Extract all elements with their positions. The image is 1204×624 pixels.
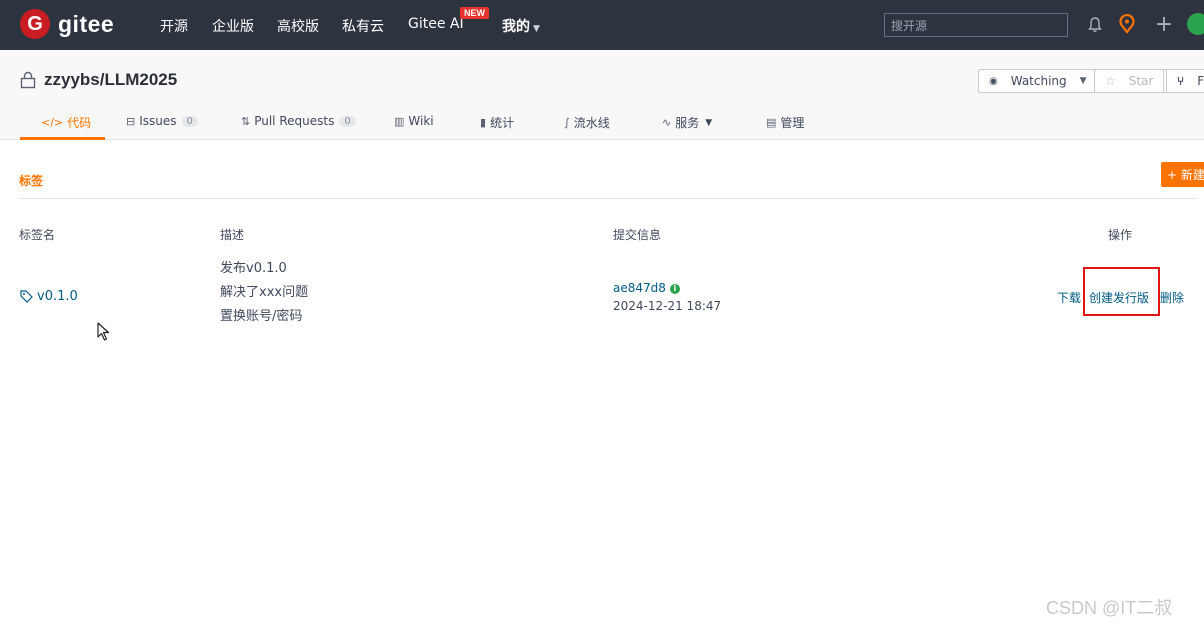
tab-service-label: 服务: [675, 116, 700, 130]
wiki-icon: ▥: [394, 114, 405, 128]
section-divider: [18, 198, 1198, 199]
header-description: 描述: [220, 228, 245, 242]
new-tag-button[interactable]: + 新建: [1161, 162, 1204, 187]
tab-wiki[interactable]: ▥ Wiki: [394, 114, 434, 128]
lock-icon: [20, 71, 36, 89]
gitee-logo[interactable]: G gitee: [20, 9, 114, 39]
repo-name[interactable]: zzyybs/LLM2025: [44, 70, 177, 90]
stats-icon: ▮: [480, 116, 487, 129]
tab-pull-requests-label: Pull Requests: [254, 114, 335, 128]
header-commit-info: 提交信息: [613, 228, 662, 242]
nav-mine-dropdown[interactable]: 我的 ▼: [502, 16, 540, 36]
nav-private-cloud[interactable]: 私有云: [342, 16, 384, 36]
tag-description: 发布v0.1.0 解决了xxx问题 置换账号/密码: [220, 257, 308, 329]
issues-icon: ⊟: [126, 114, 136, 128]
fork-icon: ⑂: [1177, 74, 1185, 88]
tab-wiki-label: Wiki: [408, 114, 434, 128]
tab-issues-label: Issues: [139, 114, 177, 128]
header-actions: 操作: [1108, 228, 1133, 242]
location-pin-icon[interactable]: [1115, 12, 1139, 36]
highlight-box: [1083, 267, 1160, 316]
service-icon: ∿: [662, 116, 672, 129]
star-button-label: ☆ Star: [1095, 70, 1163, 92]
plus-icon[interactable]: +: [1152, 12, 1176, 37]
chevron-down-icon: ▼: [705, 117, 713, 128]
tag-icon: [20, 290, 33, 303]
fork-button-label: ⑂ Fo: [1167, 70, 1204, 92]
top-navbar: G gitee 开源 企业版 高校版 私有云 Gitee AI NEW 我的 ▼ …: [0, 0, 1204, 50]
nav-enterprise[interactable]: 企业版: [212, 16, 254, 36]
code-icon: </>: [41, 116, 64, 129]
watermark: CSDN @IT二叔: [1046, 598, 1173, 618]
description-line: 置换账号/密码: [220, 309, 303, 324]
tab-service[interactable]: ∿ 服务 ▼: [662, 114, 712, 131]
tab-code-label: 代码: [67, 116, 92, 130]
search-input[interactable]: 搜开源: [884, 13, 1068, 37]
nav-education[interactable]: 高校版: [277, 16, 319, 36]
tab-manage[interactable]: ▤ 管理: [766, 114, 804, 131]
gitee-logo-text: gitee: [58, 10, 115, 37]
section-title-tags: 标签: [19, 174, 44, 188]
repo-title: zzyybs/LLM2025: [20, 70, 177, 90]
pipeline-icon: ∫: [564, 116, 570, 129]
commit-hash-link[interactable]: ae847d8: [613, 281, 666, 295]
commit-time: 2024-12-21 18:47: [613, 299, 722, 313]
mouse-cursor-icon: [97, 322, 110, 341]
eye-icon: ◉: [989, 75, 998, 87]
info-icon[interactable]: i: [669, 283, 680, 294]
pull-request-icon: ⇅: [241, 114, 251, 128]
watching-label: Watching: [1010, 74, 1067, 88]
star-label: Star: [1128, 74, 1154, 88]
download-link[interactable]: 下载: [1057, 289, 1081, 306]
tab-stats-label: 统计: [490, 116, 515, 130]
nav-gitee-ai[interactable]: Gitee AI: [408, 16, 464, 32]
commit-info: ae847d8 i 2024-12-21 18:47: [613, 281, 721, 313]
repo-header: zzyybs/LLM2025 ◉Watching▼ 1 ☆Star 0 ⑂Fo …: [0, 50, 1204, 140]
tag-link[interactable]: v0.1.0: [20, 289, 78, 304]
chevron-down-icon: ▼: [1079, 76, 1087, 86]
watch-button-label: ◉ Watching ▼: [979, 70, 1097, 92]
chevron-down-icon: ▼: [533, 24, 540, 34]
nav-mine-label: 我的: [502, 19, 530, 35]
description-line: 解决了xxx问题: [220, 285, 309, 300]
tab-code[interactable]: </> 代码: [41, 114, 91, 131]
tab-pipeline-label: 流水线: [573, 116, 610, 130]
tab-manage-label: 管理: [780, 116, 805, 130]
pull-requests-count-badge: 0: [339, 115, 356, 127]
star-icon: ☆: [1105, 74, 1116, 88]
bell-icon[interactable]: [1083, 12, 1107, 36]
manage-icon: ▤: [766, 116, 777, 129]
description-line: 发布v0.1.0: [220, 261, 287, 276]
tab-pipeline[interactable]: ∫ 流水线: [564, 114, 610, 131]
issues-count-badge: 0: [181, 115, 198, 127]
fork-button[interactable]: ⑂ Fo: [1166, 69, 1204, 93]
fork-label: Fo: [1197, 74, 1204, 88]
new-badge: NEW: [460, 7, 489, 19]
header-tag-name: 标签名: [19, 228, 56, 242]
gitee-logo-icon: G: [20, 9, 50, 39]
delete-link[interactable]: 删除: [1160, 289, 1184, 306]
avatar[interactable]: [1186, 12, 1204, 36]
tag-name: v0.1.0: [37, 289, 78, 304]
tab-pull-requests[interactable]: ⇅ Pull Requests 0: [241, 114, 356, 128]
active-tab-indicator: [20, 137, 105, 140]
nav-open-source[interactable]: 开源: [160, 16, 188, 36]
tab-stats[interactable]: ▮ 统计: [480, 114, 514, 131]
tab-issues[interactable]: ⊟ Issues 0: [126, 114, 198, 128]
